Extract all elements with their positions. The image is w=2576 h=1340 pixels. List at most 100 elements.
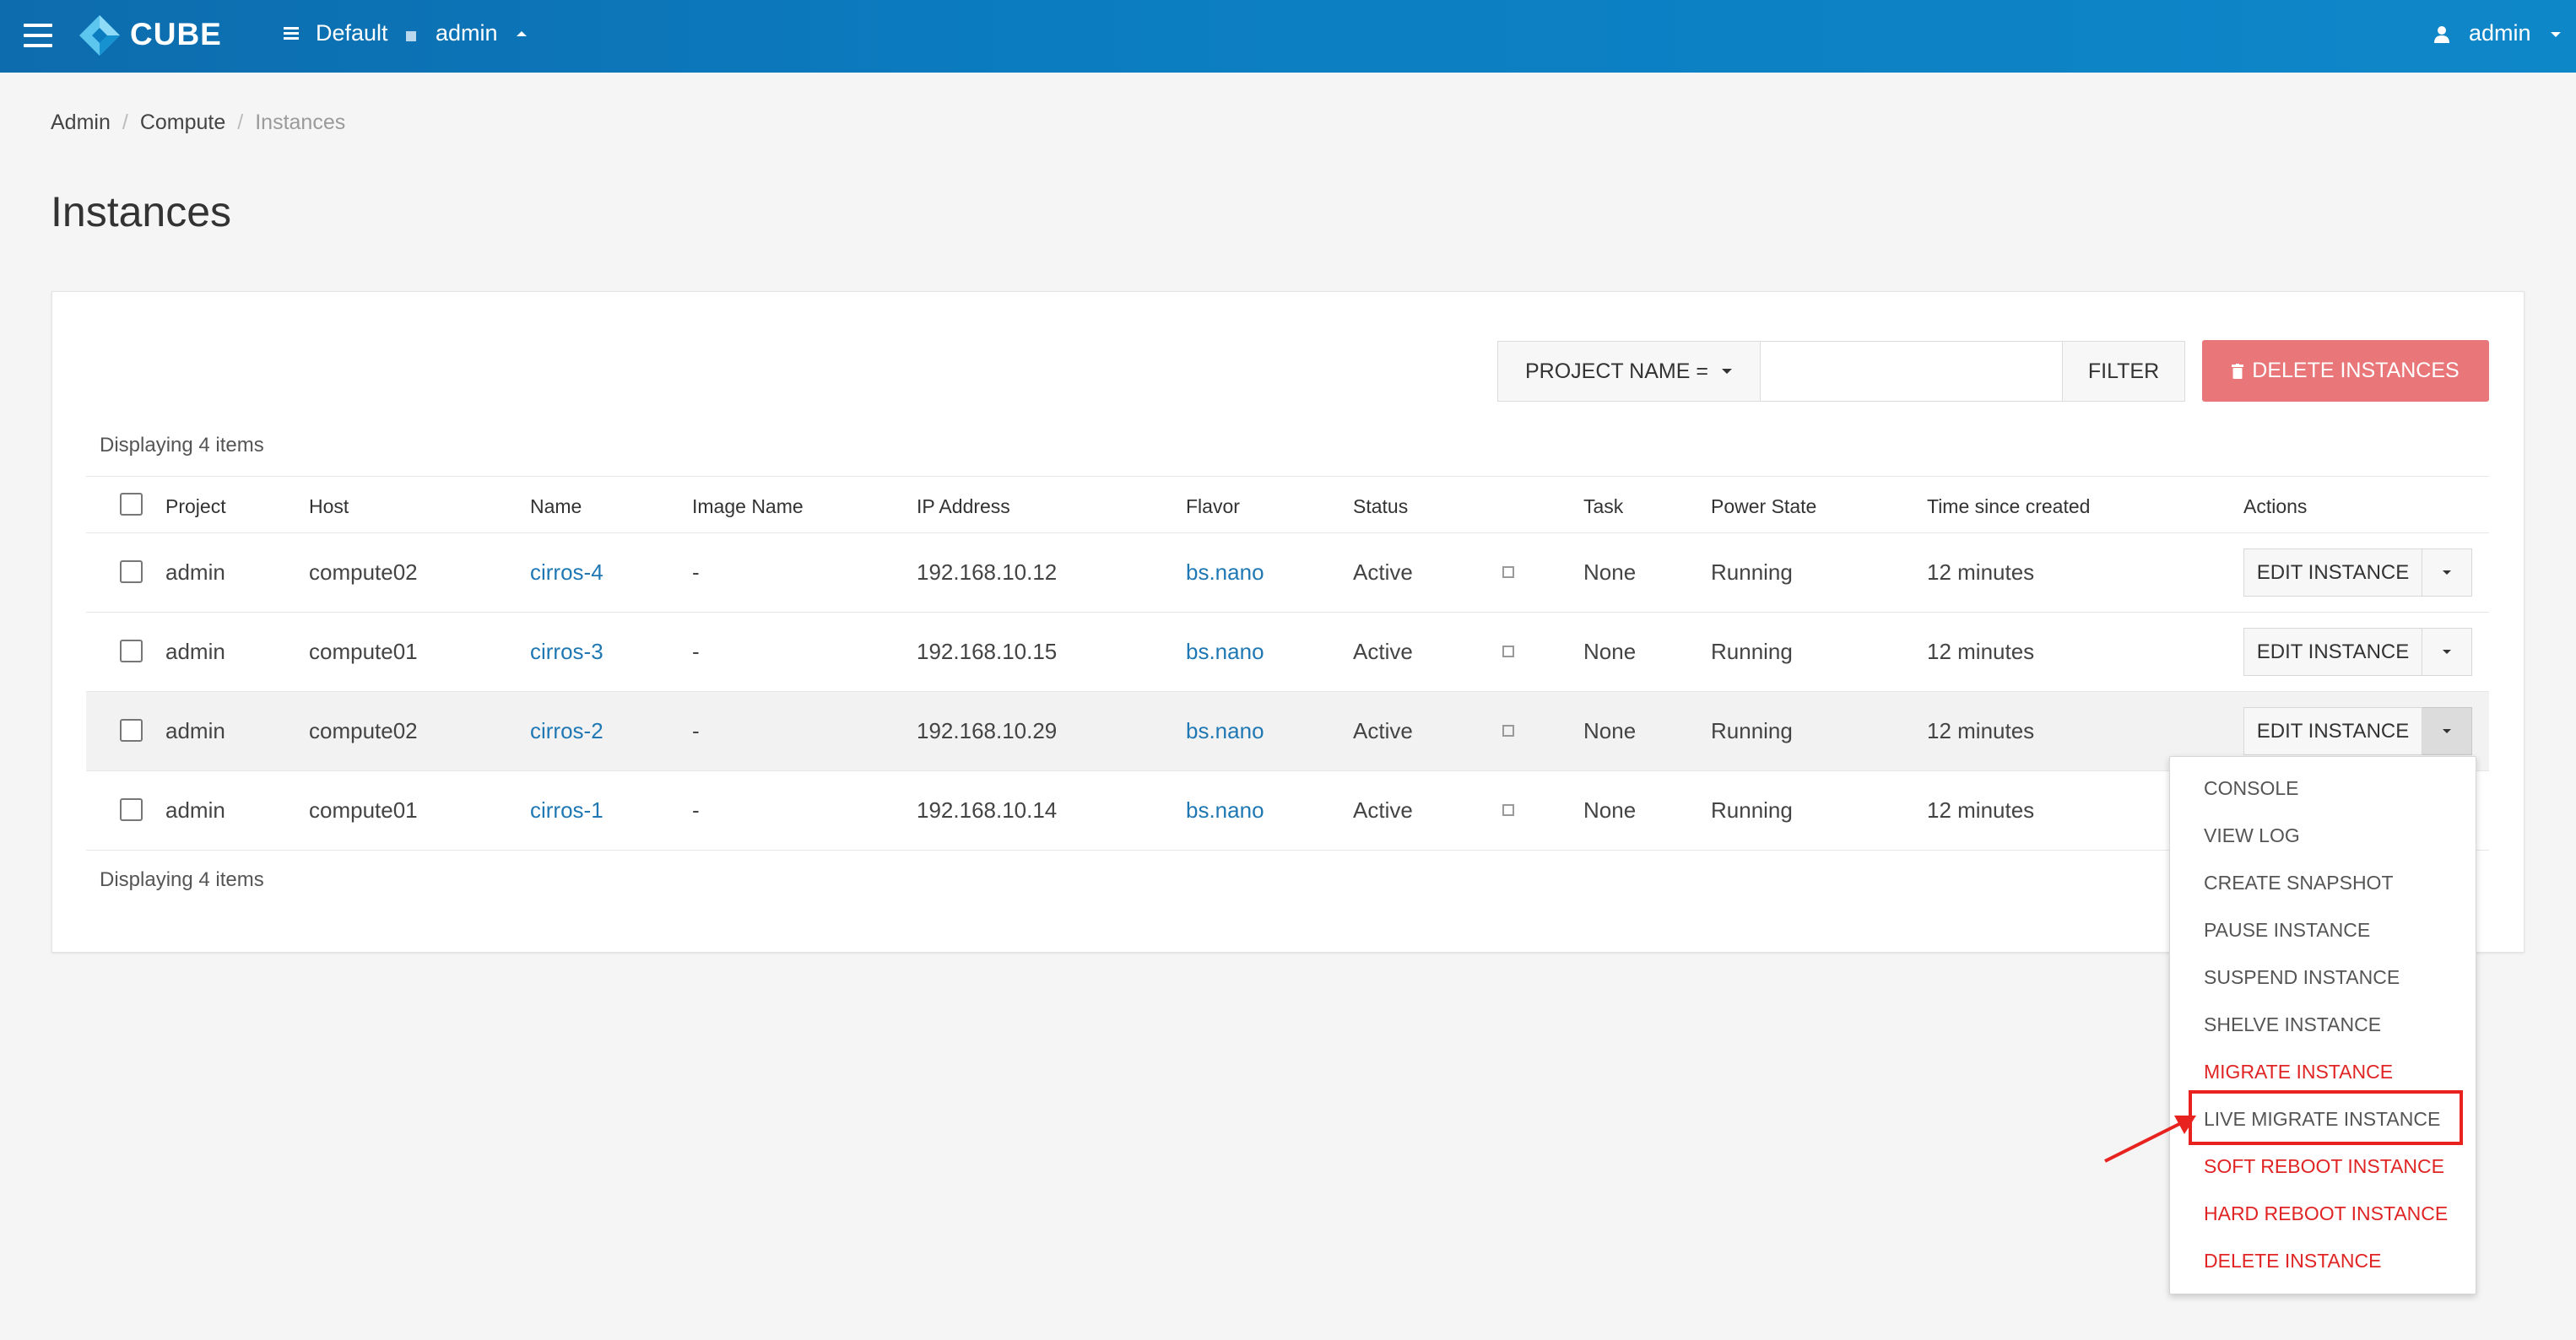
edit-instance-button[interactable]: EDIT INSTANCE bbox=[2243, 548, 2422, 597]
filter-button[interactable]: FILTER bbox=[2062, 341, 2185, 402]
top-navbar: CUBE Default admin admin bbox=[0, 0, 2576, 73]
instance-name-link[interactable]: cirros-1 bbox=[530, 797, 603, 824]
cell-image-name: - bbox=[692, 639, 700, 664]
chevron-down-icon bbox=[1721, 369, 1732, 374]
select-all-checkbox[interactable] bbox=[120, 493, 143, 516]
item-count-bottom: Displaying 4 items bbox=[100, 868, 264, 891]
cell-status: Active bbox=[1353, 718, 1413, 743]
console-icon[interactable] bbox=[1502, 725, 1514, 737]
cell-project: admin bbox=[165, 559, 225, 585]
table-header: Project Host Name Image Name IP Address … bbox=[86, 476, 2489, 533]
cell-project: admin bbox=[165, 639, 225, 664]
cell-time-since-created: 12 minutes bbox=[1927, 559, 2035, 585]
col-power-state[interactable]: Power State bbox=[1711, 495, 1816, 518]
cell-status: Active bbox=[1353, 797, 1413, 823]
col-task[interactable]: Task bbox=[1583, 495, 1623, 518]
item-count-top: Displaying 4 items bbox=[100, 434, 264, 457]
project-selector[interactable]: admin bbox=[436, 20, 498, 46]
menu-item-pause-instance[interactable]: PAUSE INSTANCE bbox=[2204, 919, 2370, 942]
instance-name-link[interactable]: cirros-3 bbox=[530, 639, 603, 665]
flavor-link[interactable]: bs.nano bbox=[1186, 639, 1264, 665]
menu-icon[interactable] bbox=[24, 24, 52, 47]
filter-field-label: PROJECT NAME = bbox=[1525, 359, 1708, 383]
actions-dropdown-toggle[interactable] bbox=[2422, 707, 2472, 755]
breadcrumb-admin[interactable]: Admin bbox=[51, 111, 111, 134]
menu-item-console[interactable]: CONSOLE bbox=[2204, 777, 2298, 800]
cell-host: compute01 bbox=[309, 639, 418, 664]
menu-item-view-log[interactable]: VIEW LOG bbox=[2204, 824, 2300, 847]
delete-instances-button[interactable]: DELETE INSTANCES bbox=[2202, 340, 2489, 402]
menu-item-soft-reboot-instance[interactable]: SOFT REBOOT INSTANCE bbox=[2204, 1155, 2444, 1178]
caret-down-icon bbox=[2443, 570, 2451, 575]
edit-instance-button[interactable]: EDIT INSTANCE bbox=[2243, 707, 2422, 755]
col-image-name[interactable]: Image Name bbox=[692, 495, 804, 518]
menu-item-create-snapshot[interactable]: CREATE SNAPSHOT bbox=[2204, 872, 2394, 894]
cell-ip-address: 192.168.10.14 bbox=[917, 797, 1058, 823]
breadcrumb-compute[interactable]: Compute bbox=[140, 111, 225, 134]
breadcrumb-instances: Instances bbox=[255, 111, 346, 134]
cube-logo-icon[interactable] bbox=[78, 14, 122, 57]
menu-item-suspend-instance[interactable]: SUSPEND INSTANCE bbox=[2204, 966, 2400, 989]
cell-image-name: - bbox=[692, 559, 700, 585]
cell-ip-address: 192.168.10.29 bbox=[917, 718, 1058, 743]
row-checkbox[interactable] bbox=[120, 640, 143, 662]
delete-instances-label: DELETE INSTANCES bbox=[2252, 359, 2460, 382]
cell-task: None bbox=[1583, 639, 1637, 664]
flavor-link[interactable]: bs.nano bbox=[1186, 559, 1264, 586]
instance-name-link[interactable]: cirros-4 bbox=[530, 559, 603, 586]
cell-power-state: Running bbox=[1711, 718, 1793, 743]
console-icon[interactable] bbox=[1502, 646, 1514, 657]
col-time-since-created[interactable]: Time since created bbox=[1927, 495, 2090, 518]
row-checkbox[interactable] bbox=[120, 798, 143, 821]
separator-square bbox=[406, 31, 416, 41]
console-icon[interactable] bbox=[1502, 566, 1514, 578]
menu-item-migrate-instance[interactable]: MIGRATE INSTANCE bbox=[2204, 1061, 2393, 1083]
col-status[interactable]: Status bbox=[1353, 495, 1408, 518]
col-name[interactable]: Name bbox=[530, 495, 582, 518]
cell-status: Active bbox=[1353, 559, 1413, 585]
row-checkbox[interactable] bbox=[120, 719, 143, 742]
row-checkbox[interactable] bbox=[120, 560, 143, 583]
col-host[interactable]: Host bbox=[309, 495, 349, 518]
actions-dropdown-toggle[interactable] bbox=[2422, 628, 2472, 676]
chevron-down-icon[interactable] bbox=[2551, 32, 2561, 37]
page-title: Instances bbox=[51, 188, 232, 235]
flavor-link[interactable]: bs.nano bbox=[1186, 718, 1264, 744]
cell-power-state: Running bbox=[1711, 639, 1793, 664]
table-row: admin compute01 cirros-1 - 192.168.10.14… bbox=[86, 771, 2489, 851]
cell-host: compute02 bbox=[309, 559, 418, 585]
instance-name-link[interactable]: cirros-2 bbox=[530, 718, 603, 744]
user-menu[interactable]: admin bbox=[2469, 20, 2531, 46]
annotation-highlight-box bbox=[2189, 1090, 2463, 1145]
cell-power-state: Running bbox=[1711, 559, 1793, 585]
console-icon[interactable] bbox=[1502, 804, 1514, 816]
cell-status: Active bbox=[1353, 639, 1413, 664]
edit-instance-button[interactable]: EDIT INSTANCE bbox=[2243, 628, 2422, 676]
brand-name[interactable]: CUBE bbox=[130, 17, 222, 52]
cell-ip-address: 192.168.10.15 bbox=[917, 639, 1058, 664]
table-row: admin compute02 cirros-2 - 192.168.10.29… bbox=[86, 692, 2489, 771]
col-project[interactable]: Project bbox=[165, 495, 226, 518]
caret-down-icon bbox=[2443, 729, 2451, 733]
col-ip-address[interactable]: IP Address bbox=[917, 495, 1010, 518]
table-row: admin compute02 cirros-4 - 192.168.10.12… bbox=[86, 533, 2489, 613]
filter-field-dropdown[interactable]: PROJECT NAME = bbox=[1497, 341, 1761, 402]
menu-item-shelve-instance[interactable]: SHELVE INSTANCE bbox=[2204, 1013, 2381, 1036]
cell-time-since-created: 12 minutes bbox=[1927, 718, 2035, 743]
cell-time-since-created: 12 minutes bbox=[1927, 797, 2035, 823]
list-icon bbox=[284, 27, 299, 41]
caret-down-icon bbox=[2443, 650, 2451, 654]
filter-input[interactable] bbox=[1761, 341, 2063, 402]
col-flavor[interactable]: Flavor bbox=[1186, 495, 1240, 518]
cell-image-name: - bbox=[692, 718, 700, 743]
flavor-link[interactable]: bs.nano bbox=[1186, 797, 1264, 824]
cell-host: compute01 bbox=[309, 797, 418, 823]
cell-ip-address: 192.168.10.12 bbox=[917, 559, 1058, 585]
cell-image-name: - bbox=[692, 797, 700, 823]
cell-task: None bbox=[1583, 718, 1637, 743]
domain-selector[interactable]: Default bbox=[316, 20, 388, 46]
caret-up-icon[interactable] bbox=[517, 31, 527, 36]
menu-item-delete-instance[interactable]: DELETE INSTANCE bbox=[2204, 1250, 2381, 1272]
menu-item-hard-reboot-instance[interactable]: HARD REBOOT INSTANCE bbox=[2204, 1202, 2448, 1225]
actions-dropdown-toggle[interactable] bbox=[2422, 548, 2472, 597]
